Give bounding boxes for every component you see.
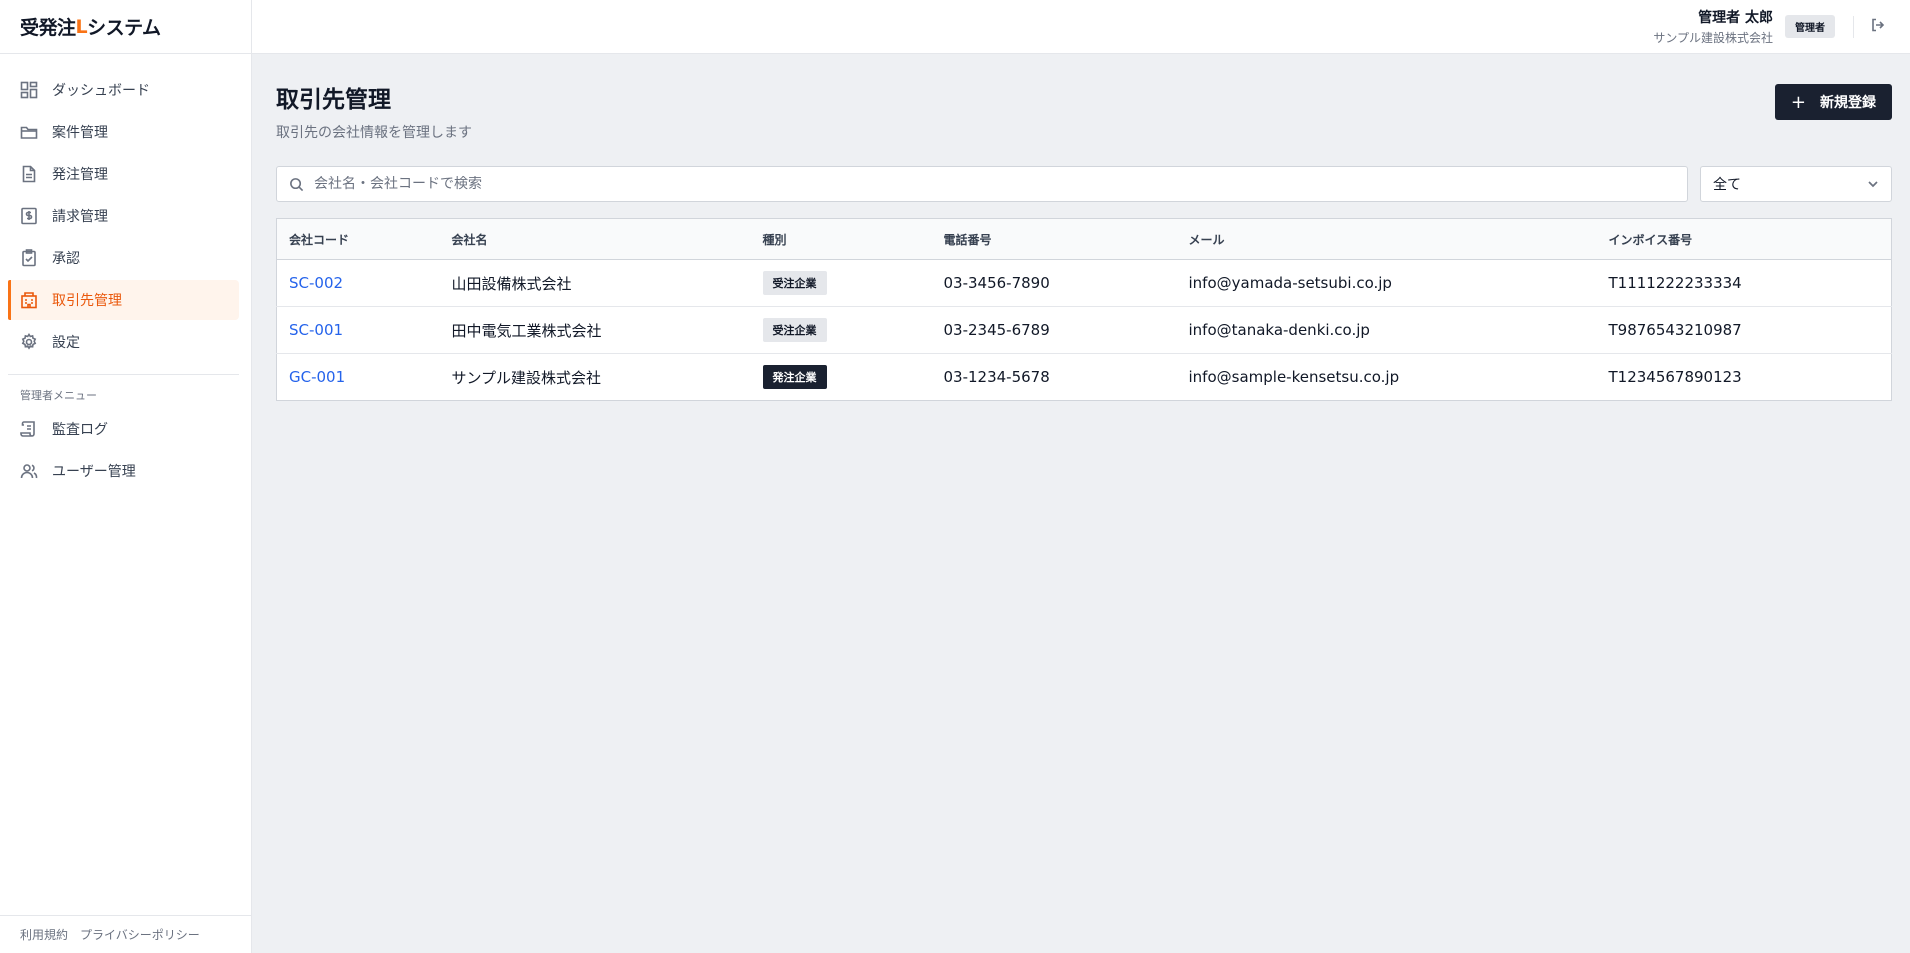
search-icon bbox=[290, 177, 304, 191]
sidebar-item-partners[interactable]: 取引先管理 bbox=[8, 280, 239, 320]
type-badge: 発注企業 bbox=[762, 365, 827, 389]
top-header: 管理者 太郎 サンプル建設株式会社 管理者 bbox=[252, 0, 1910, 54]
sidebar-item-label: ダッシュボード bbox=[52, 83, 150, 99]
page-subtitle: 取引先の会社情報を管理します bbox=[276, 125, 472, 141]
sidebar-item-label: 承認 bbox=[52, 251, 80, 267]
type-badge: 受注企業 bbox=[762, 318, 827, 342]
dashboard-icon bbox=[20, 81, 38, 99]
company-code-link[interactable]: SC-002 bbox=[289, 274, 343, 292]
phone-number: 03-1234-5678 bbox=[943, 368, 1050, 386]
folder-icon bbox=[20, 123, 38, 141]
table-row[interactable]: SC-002 山田設備株式会社 受注企業 03-3456-7890 info@y… bbox=[276, 259, 1892, 307]
nav-divider bbox=[8, 374, 239, 375]
partners-table: 会社コード 会社名 種別 電話番号 メール インボイス番号 SC-002 山田設… bbox=[276, 218, 1892, 401]
sidebar: 受発注 L システム ダッシュボード 案件管理 発注管理 請求管理 承認 取引先管理 bbox=[0, 0, 252, 953]
building-icon bbox=[20, 291, 38, 309]
phone-number: 03-3456-7890 bbox=[931, 259, 1177, 307]
sidebar-item-users[interactable]: ユーザー管理 bbox=[8, 451, 239, 491]
plus-icon: + bbox=[1790, 91, 1806, 113]
sidebar-nav: ダッシュボード 案件管理 発注管理 請求管理 承認 取引先管理 設定 管理者メニ… bbox=[0, 54, 251, 491]
clipboard-check-icon bbox=[20, 249, 38, 267]
sidebar-item-approval[interactable]: 承認 bbox=[8, 238, 239, 278]
company-name: サンプル建設株式会社 bbox=[451, 368, 602, 387]
logout-icon[interactable] bbox=[1870, 17, 1886, 37]
sidebar-footer: 利用規約 プライバシーポリシー bbox=[0, 915, 251, 953]
brand-accent: L bbox=[75, 15, 88, 38]
sidebar-item-label: 取引先管理 bbox=[52, 293, 122, 309]
role-badge: 管理者 bbox=[1785, 15, 1835, 38]
user-info: 管理者 太郎 サンプル建設株式会社 bbox=[1653, 7, 1773, 46]
invoice-number: T1111222233334 bbox=[1596, 259, 1892, 307]
search-input[interactable] bbox=[314, 176, 1687, 192]
sidebar-item-label: 発注管理 bbox=[52, 167, 108, 183]
company-name: 山田設備株式会社 bbox=[439, 259, 751, 307]
invoice-number: T1234567890123 bbox=[1608, 368, 1742, 386]
main-content: 取引先管理 取引先の会社情報を管理します + 新規登録 全て 会社コード 会社名… bbox=[276, 54, 1892, 401]
sidebar-item-settings[interactable]: 設定 bbox=[8, 322, 239, 362]
type-filter-select[interactable]: 全て bbox=[1700, 166, 1892, 202]
search-box[interactable] bbox=[276, 166, 1688, 202]
company-code-link[interactable]: SC-001 bbox=[289, 321, 343, 339]
column-header-phone: 電話番号 bbox=[931, 218, 1177, 260]
column-header-invoice: インボイス番号 bbox=[1596, 218, 1892, 260]
new-register-button[interactable]: + 新規登録 bbox=[1774, 84, 1892, 120]
email: info@yamada-setsubi.co.jp bbox=[1176, 259, 1597, 307]
users-icon bbox=[20, 462, 38, 480]
filter-row: 全て bbox=[276, 166, 1892, 202]
sidebar-item-label: ユーザー管理 bbox=[52, 464, 136, 480]
privacy-link[interactable]: プライバシーポリシー bbox=[80, 926, 200, 943]
column-header-email: メール bbox=[1176, 218, 1597, 260]
email: info@sample-kensetsu.co.jp bbox=[1188, 368, 1400, 386]
type-filter-value: 全て bbox=[1713, 177, 1741, 193]
phone-number: 03-2345-6789 bbox=[931, 306, 1177, 354]
sidebar-item-label: 設定 bbox=[52, 335, 80, 351]
header-separator bbox=[1853, 15, 1854, 38]
sidebar-item-dashboard[interactable]: ダッシュボード bbox=[8, 70, 239, 110]
sidebar-item-label: 監査ログ bbox=[52, 422, 108, 438]
page-title: 取引先管理 bbox=[276, 87, 391, 113]
terms-link[interactable]: 利用規約 bbox=[20, 926, 68, 943]
table-row[interactable]: GC-001 サンプル建設株式会社 発注企業 03-1234-5678 info… bbox=[277, 354, 1892, 401]
user-name: 管理者 太郎 bbox=[1698, 10, 1773, 26]
admin-section-label: 管理者メニュー bbox=[20, 389, 97, 402]
title-row: 取引先管理 取引先の会社情報を管理します + 新規登録 bbox=[276, 80, 1892, 142]
user-company: サンプル建設株式会社 bbox=[1653, 31, 1773, 45]
sidebar-item-invoices[interactable]: 請求管理 bbox=[8, 196, 239, 236]
gear-icon bbox=[20, 333, 38, 351]
brand-suffix: システム bbox=[87, 17, 161, 39]
document-icon bbox=[20, 165, 38, 183]
column-header-code: 会社コード bbox=[276, 218, 440, 260]
invoice-icon bbox=[20, 207, 38, 225]
column-header-name: 会社名 bbox=[439, 218, 751, 260]
chevron-down-icon bbox=[1868, 181, 1878, 188]
app-brand[interactable]: 受発注 L システム bbox=[0, 0, 251, 54]
sidebar-item-projects[interactable]: 案件管理 bbox=[8, 112, 239, 152]
table-row[interactable]: SC-001 田中電気工業株式会社 受注企業 03-2345-6789 info… bbox=[276, 306, 1892, 354]
scroll-icon bbox=[20, 420, 38, 438]
column-header-type: 種別 bbox=[750, 218, 932, 260]
sidebar-item-label: 請求管理 bbox=[52, 209, 108, 225]
sidebar-item-audit-log[interactable]: 監査ログ bbox=[8, 409, 239, 449]
brand-prefix: 受発注 bbox=[20, 17, 76, 39]
new-register-label: 新規登録 bbox=[1820, 95, 1876, 111]
table-header-row: 会社コード 会社名 種別 電話番号 メール インボイス番号 bbox=[276, 218, 1892, 260]
email: info@tanaka-denki.co.jp bbox=[1176, 306, 1597, 354]
invoice-number: T9876543210987 bbox=[1596, 306, 1892, 354]
type-badge: 受注企業 bbox=[762, 271, 827, 295]
sidebar-item-label: 案件管理 bbox=[52, 125, 108, 141]
sidebar-item-orders[interactable]: 発注管理 bbox=[8, 154, 239, 194]
company-name: 田中電気工業株式会社 bbox=[439, 306, 751, 354]
company-code-link[interactable]: GC-001 bbox=[289, 368, 345, 386]
